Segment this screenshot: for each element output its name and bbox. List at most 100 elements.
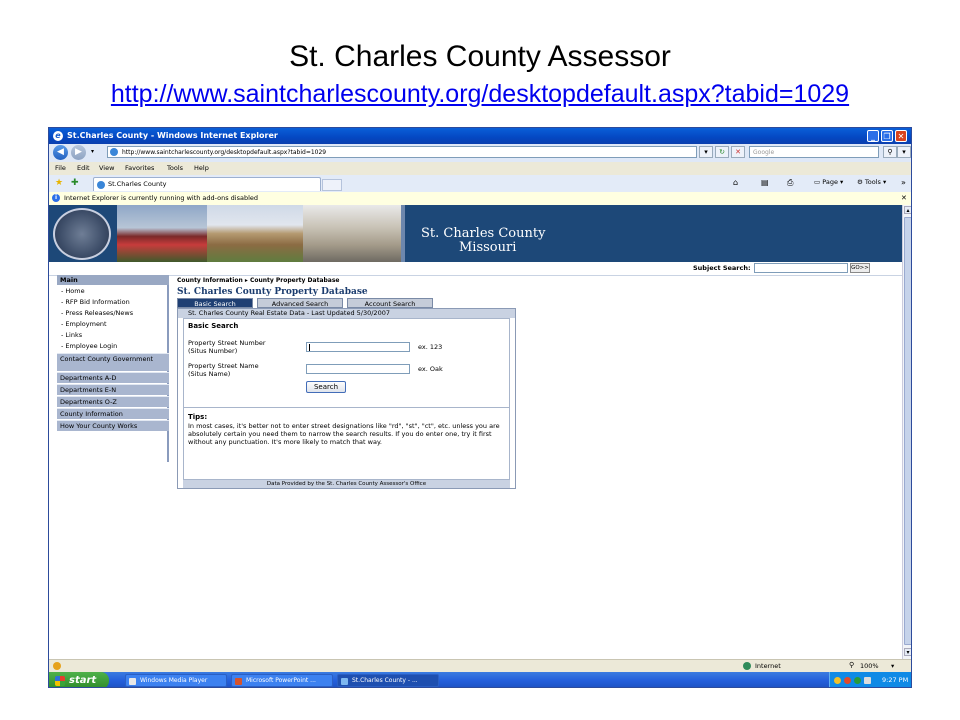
tab-basic-search[interactable]: Basic Search (177, 298, 253, 308)
powerpoint-icon (235, 678, 242, 685)
sidebar-item-employment[interactable]: - Employment (57, 319, 169, 330)
new-tab-button[interactable] (322, 179, 342, 191)
ie-taskbar-icon (341, 678, 348, 685)
street-name-label-line1: Property Street Name (188, 362, 259, 370)
scroll-thumb[interactable] (904, 217, 911, 645)
zoom-level[interactable]: 100% (860, 662, 879, 670)
database-title: St. Charles County Property Database (177, 287, 368, 297)
address-dropdown-button[interactable]: ▾ (699, 146, 713, 158)
home-icon[interactable]: ⌂ (733, 178, 738, 187)
address-bar[interactable]: http://www.saintcharlescounty.org/deskto… (107, 146, 697, 158)
tab-account-search[interactable]: Account Search (347, 298, 433, 308)
stop-icon[interactable]: ✕ (731, 146, 745, 158)
ie-logo-icon: e (53, 131, 63, 141)
taskbar-media-player[interactable]: Windows Media Player (125, 674, 227, 687)
history-dropdown-icon[interactable]: ▾ (91, 148, 94, 155)
clock: 9:27 PM (882, 676, 909, 684)
sidebar-item-press[interactable]: - Press Releases/News (57, 308, 169, 319)
go-button[interactable]: GO>> (850, 263, 870, 273)
sidebar-county-information[interactable]: County Information (57, 408, 169, 419)
tab-st-charles-county[interactable]: St.Charles County (93, 177, 321, 191)
info-bar-text: Internet Explorer is currently running w… (64, 194, 259, 202)
search-box-placeholder: Google (753, 149, 775, 156)
form-divider (184, 407, 509, 408)
system-tray: 9:27 PM (829, 672, 911, 687)
banner-divider (401, 205, 405, 262)
sidebar-item-home[interactable]: - Home (57, 286, 169, 297)
close-button[interactable]: ✕ (895, 130, 907, 142)
tab-row: ★ ✚ St.Charles County ⌂ ▤ ⎙ ▭ Page ▾ ⚙ T… (49, 175, 911, 193)
site-banner: St. Charles County Missouri (49, 205, 902, 262)
internet-zone-icon (743, 662, 751, 670)
sidebar-main-header: Main (57, 275, 169, 285)
info-bar[interactable]: i Internet Explorer is currently running… (49, 192, 911, 206)
tips-heading: Tips: (188, 413, 208, 421)
tools-menu-button[interactable]: ⚙ Tools ▾ (857, 178, 886, 186)
scroll-up-icon[interactable]: ▴ (904, 206, 911, 214)
banner-title-line1: St. Charles County (421, 226, 546, 241)
menu-view[interactable]: View (99, 164, 114, 172)
sidebar-departments-e-n[interactable]: Departments E-N (57, 384, 169, 395)
search-options-icon[interactable]: ▾ (897, 146, 911, 158)
tray-icon-4[interactable] (864, 677, 871, 684)
minimize-button[interactable]: _ (867, 130, 879, 142)
vertical-scrollbar[interactable]: ▴ ▾ (902, 205, 911, 659)
banner-title-line2: Missouri (459, 240, 517, 255)
tray-icon-1[interactable] (834, 677, 841, 684)
taskbar-media-player-label: Windows Media Player (140, 677, 208, 684)
menu-edit[interactable]: Edit (77, 164, 90, 172)
back-button[interactable]: ◀ (53, 145, 68, 160)
scroll-down-icon[interactable]: ▾ (904, 648, 911, 656)
sidebar-departments-a-d[interactable]: Departments A-D (57, 372, 169, 383)
text-caret (309, 344, 310, 351)
search-icon[interactable]: ⚲ (883, 146, 897, 158)
slide-link[interactable]: http://www.saintcharlescounty.org/deskto… (0, 80, 960, 109)
menu-help[interactable]: Help (194, 164, 209, 172)
zoom-icon[interactable]: ⚲ (849, 661, 854, 669)
search-button[interactable]: Search (306, 381, 346, 393)
street-name-input[interactable] (306, 364, 410, 374)
page-content: St. Charles County Missouri Subject Sear… (49, 205, 902, 659)
print-icon[interactable]: ⎙ (787, 178, 793, 188)
search-panel: St. Charles County Real Estate Data - La… (177, 308, 516, 489)
sidebar-how-county-works[interactable]: How Your County Works (57, 420, 169, 431)
forward-button[interactable]: ▶ (71, 145, 86, 160)
sidebar-item-employee-login[interactable]: - Employee Login (57, 341, 169, 352)
tab-advanced-search[interactable]: Advanced Search (257, 298, 343, 308)
subject-search-strip: Subject Search: GO>> (49, 262, 902, 276)
sidebar: Main - Home - RFP Bid Information - Pres… (57, 275, 169, 462)
basic-search-form: Basic Search Property Street Number (Sit… (183, 318, 510, 480)
start-button[interactable]: start (49, 672, 109, 687)
info-close-icon[interactable]: ✕ (901, 192, 907, 204)
basic-search-heading: Basic Search (188, 322, 239, 330)
tools-menu-label: Tools (864, 178, 881, 186)
menu-tools[interactable]: Tools (167, 164, 183, 172)
street-name-label-line2: (Situs Name) (188, 370, 231, 378)
favorites-star-icon[interactable]: ★ (55, 178, 63, 188)
menu-favorites[interactable]: Favorites (125, 164, 154, 172)
window-titlebar: e St.Charles County - Windows Internet E… (49, 128, 911, 144)
street-number-input[interactable] (306, 342, 410, 352)
tray-icon-2[interactable] (844, 677, 851, 684)
zoom-dropdown-icon[interactable]: ▾ (891, 662, 894, 670)
menu-bar: File Edit View Favorites Tools Help (49, 162, 911, 176)
refresh-icon[interactable]: ↻ (715, 146, 729, 158)
taskbar-powerpoint[interactable]: Microsoft PowerPoint ... (231, 674, 333, 687)
window-title: St.Charles County - Windows Internet Exp… (67, 131, 278, 140)
add-favorite-icon[interactable]: ✚ (71, 178, 79, 188)
feeds-icon[interactable]: ▤ (761, 178, 769, 187)
sidebar-item-rfp[interactable]: - RFP Bid Information (57, 297, 169, 308)
chevron-right-icon[interactable]: » (901, 178, 906, 187)
panel-header: St. Charles County Real Estate Data - La… (178, 309, 515, 318)
page-menu-button[interactable]: ▭ Page ▾ (814, 178, 843, 186)
subject-search-input[interactable] (754, 263, 848, 273)
search-box[interactable]: Google (749, 146, 879, 158)
sidebar-item-links[interactable]: - Links (57, 330, 169, 341)
tips-text: In most cases, it's better not to enter … (188, 422, 500, 446)
sidebar-departments-o-z[interactable]: Departments O-Z (57, 396, 169, 407)
taskbar-ie-window[interactable]: St.Charles County - ... (337, 674, 439, 687)
menu-file[interactable]: File (55, 164, 66, 172)
maximize-button[interactable]: ❐ (881, 130, 893, 142)
sidebar-contact-government[interactable]: Contact County Government (57, 353, 169, 371)
tray-icon-3[interactable] (854, 677, 861, 684)
